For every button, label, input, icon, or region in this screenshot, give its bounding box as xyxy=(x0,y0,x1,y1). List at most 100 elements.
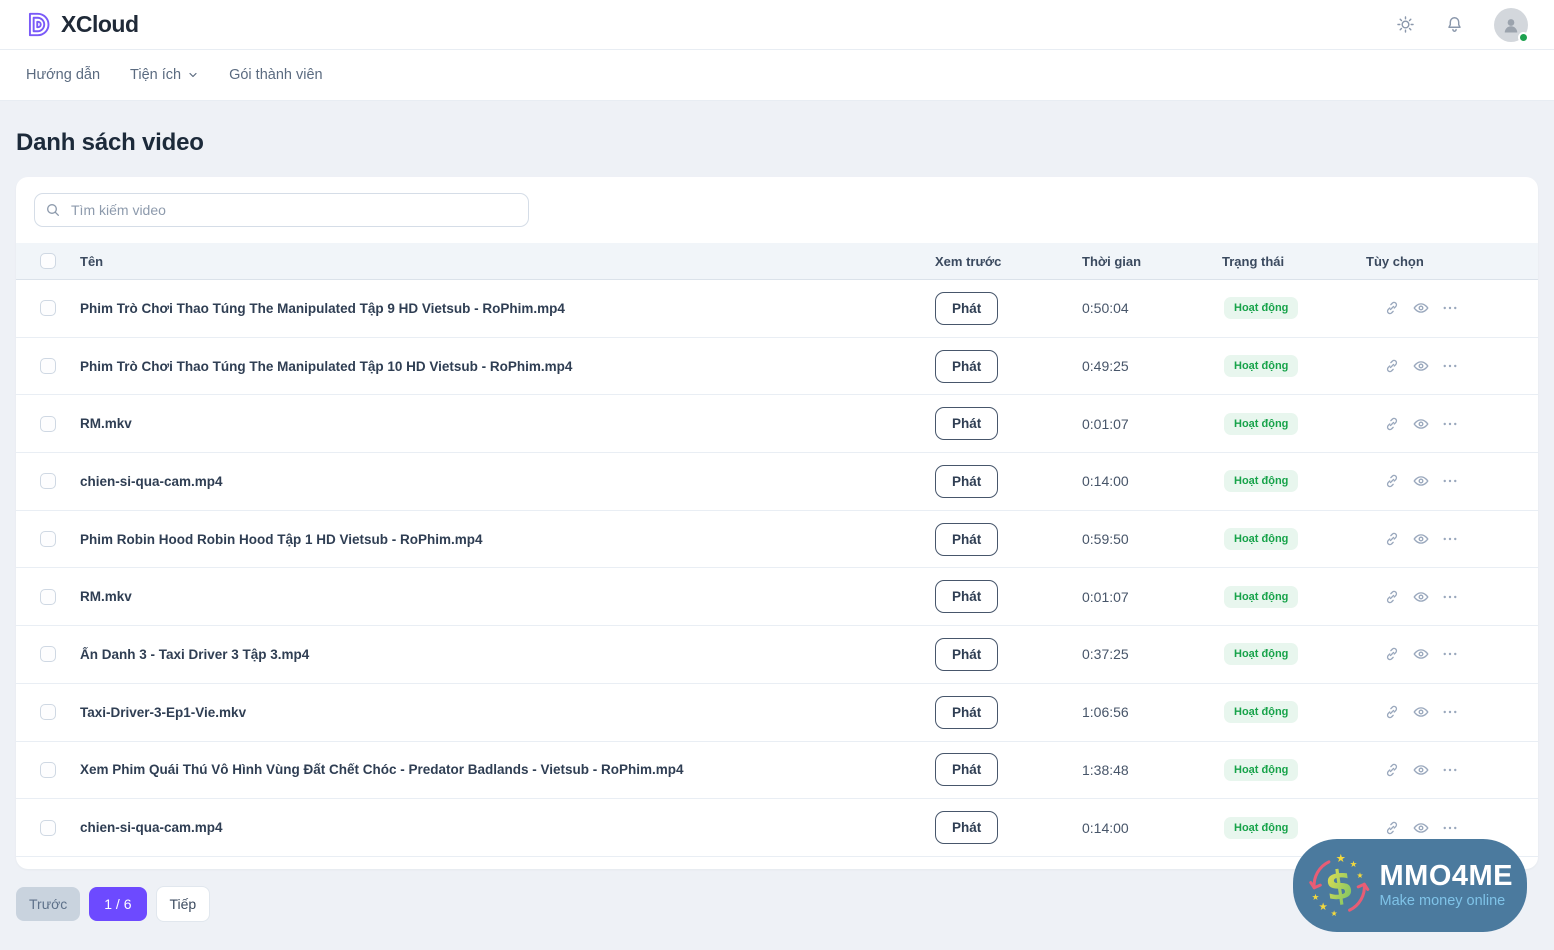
status-badge: Hoạt động xyxy=(1224,355,1298,377)
row-checkbox[interactable] xyxy=(40,704,56,720)
row-actions xyxy=(1366,588,1538,606)
nav-item-huong-dan[interactable]: Hướng dẫn xyxy=(26,67,100,83)
ellipsis-icon[interactable] xyxy=(1441,299,1459,317)
eye-icon[interactable] xyxy=(1412,761,1430,779)
row-checkbox[interactable] xyxy=(40,646,56,662)
table-row: RM.mkv Phát 0:01:07 Hoạt động xyxy=(16,395,1538,453)
eye-icon[interactable] xyxy=(1412,415,1430,433)
nav-label: Gói thành viên xyxy=(229,67,323,83)
ellipsis-icon[interactable] xyxy=(1441,415,1459,433)
link-icon[interactable] xyxy=(1383,472,1401,490)
svg-text:★: ★ xyxy=(1319,901,1328,913)
video-name: RM.mkv xyxy=(80,589,935,604)
nav-item-tien-ich[interactable]: Tiện ích xyxy=(130,67,199,83)
svg-text:★: ★ xyxy=(1350,860,1358,870)
column-header-name: Tên xyxy=(80,254,935,269)
video-duration: 0:59:50 xyxy=(1082,531,1222,547)
nav-item-goi-thanh-vien[interactable]: Gói thành viên xyxy=(229,67,323,83)
search-icon xyxy=(45,202,61,218)
eye-icon[interactable] xyxy=(1412,472,1430,490)
play-button[interactable]: Phát xyxy=(935,350,998,383)
mmo4me-dollar-logo-icon: ★ ★ ★ ★ ★ ★ $ xyxy=(1303,844,1376,928)
nav-label: Hướng dẫn xyxy=(26,67,100,83)
status-badge: Hoạt động xyxy=(1224,528,1298,550)
video-name: chien-si-qua-cam.mp4 xyxy=(80,820,935,835)
mmo4me-watermark: ★ ★ ★ ★ ★ ★ $ MMO4ME Make money online xyxy=(1293,839,1527,932)
table-row: RM.mkv Phát 0:01:07 Hoạt động xyxy=(16,568,1538,626)
ellipsis-icon[interactable] xyxy=(1441,530,1459,548)
table-row: Taxi-Driver-3-Ep1-Vie.mkv Phát 1:06:56 H… xyxy=(16,684,1538,742)
chevron-down-icon xyxy=(187,69,199,81)
row-checkbox[interactable] xyxy=(40,358,56,374)
play-button[interactable]: Phát xyxy=(935,638,998,671)
link-icon[interactable] xyxy=(1383,645,1401,663)
play-button[interactable]: Phát xyxy=(935,580,998,613)
row-actions xyxy=(1366,761,1538,779)
link-icon[interactable] xyxy=(1383,530,1401,548)
ellipsis-icon[interactable] xyxy=(1441,645,1459,663)
svg-text:★: ★ xyxy=(1357,871,1364,880)
link-icon[interactable] xyxy=(1383,819,1401,837)
row-checkbox[interactable] xyxy=(40,820,56,836)
video-duration: 1:38:48 xyxy=(1082,762,1222,778)
ellipsis-icon[interactable] xyxy=(1441,588,1459,606)
link-icon[interactable] xyxy=(1383,299,1401,317)
link-icon[interactable] xyxy=(1383,761,1401,779)
pagination-prev-button[interactable]: Trước xyxy=(16,887,80,921)
eye-icon[interactable] xyxy=(1412,588,1430,606)
eye-icon[interactable] xyxy=(1412,357,1430,375)
row-checkbox[interactable] xyxy=(40,531,56,547)
ellipsis-icon[interactable] xyxy=(1441,472,1459,490)
row-checkbox[interactable] xyxy=(40,473,56,489)
play-button[interactable]: Phát xyxy=(935,811,998,844)
row-checkbox[interactable] xyxy=(40,589,56,605)
video-duration: 0:14:00 xyxy=(1082,473,1222,489)
person-icon xyxy=(1501,15,1521,35)
row-checkbox[interactable] xyxy=(40,416,56,432)
play-button[interactable]: Phát xyxy=(935,465,998,498)
top-actions xyxy=(1396,8,1528,42)
pagination-current-page[interactable]: 1 / 6 xyxy=(89,887,146,921)
online-status-dot xyxy=(1518,32,1529,43)
table-row: Ẩn Danh 3 - Taxi Driver 3 Tập 3.mp4 Phát… xyxy=(16,626,1538,684)
row-checkbox[interactable] xyxy=(40,300,56,316)
eye-icon[interactable] xyxy=(1412,819,1430,837)
row-checkbox[interactable] xyxy=(40,762,56,778)
link-icon[interactable] xyxy=(1383,588,1401,606)
status-badge: Hoạt động xyxy=(1224,470,1298,492)
ellipsis-icon[interactable] xyxy=(1441,819,1459,837)
ellipsis-icon[interactable] xyxy=(1441,703,1459,721)
ellipsis-icon[interactable] xyxy=(1441,761,1459,779)
select-all-checkbox[interactable] xyxy=(40,253,56,269)
eye-icon[interactable] xyxy=(1412,645,1430,663)
theme-toggle-sun-icon[interactable] xyxy=(1396,15,1415,34)
eye-icon[interactable] xyxy=(1412,703,1430,721)
secondary-nav: Hướng dẫn Tiện ích Gói thành viên xyxy=(0,50,1554,101)
eye-icon[interactable] xyxy=(1412,299,1430,317)
play-button[interactable]: Phát xyxy=(935,753,998,786)
video-name: RM.mkv xyxy=(80,416,935,431)
play-button[interactable]: Phát xyxy=(935,696,998,729)
pagination-next-button[interactable]: Tiếp xyxy=(156,886,211,922)
column-header-options: Tùy chọn xyxy=(1366,254,1538,269)
xcloud-d-logo-icon xyxy=(26,11,53,38)
link-icon[interactable] xyxy=(1383,357,1401,375)
table-row: chien-si-qua-cam.mp4 Phát 0:14:00 Hoạt đ… xyxy=(16,453,1538,511)
row-actions xyxy=(1366,357,1538,375)
video-duration: 0:50:04 xyxy=(1082,300,1222,316)
play-button[interactable]: Phát xyxy=(935,407,998,440)
eye-icon[interactable] xyxy=(1412,530,1430,548)
ellipsis-icon[interactable] xyxy=(1441,357,1459,375)
notifications-bell-icon[interactable] xyxy=(1445,15,1464,34)
user-avatar[interactable] xyxy=(1494,8,1528,42)
play-button[interactable]: Phát xyxy=(935,292,998,325)
table-row: Phim Trò Chơi Thao Túng The Manipulated … xyxy=(16,338,1538,396)
play-button[interactable]: Phát xyxy=(935,523,998,556)
brand-logo[interactable]: XCloud xyxy=(26,11,139,38)
search-input[interactable] xyxy=(34,193,529,227)
link-icon[interactable] xyxy=(1383,703,1401,721)
video-name: Phim Trò Chơi Thao Túng The Manipulated … xyxy=(80,359,935,374)
link-icon[interactable] xyxy=(1383,415,1401,433)
status-badge: Hoạt động xyxy=(1224,297,1298,319)
video-duration: 0:49:25 xyxy=(1082,358,1222,374)
